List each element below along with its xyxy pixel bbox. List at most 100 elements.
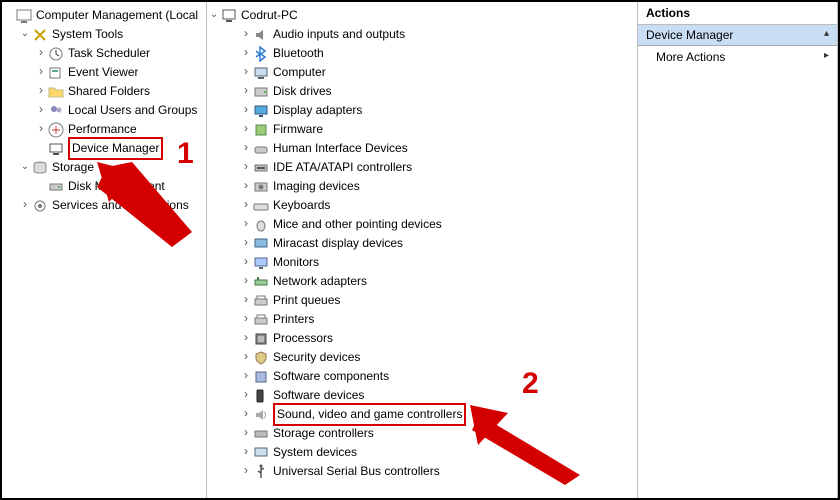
- device-category-label: Network adapters: [273, 272, 367, 291]
- device-category-label: IDE ATA/ATAPI controllers: [273, 158, 412, 177]
- actions-pane: Actions Device Manager More Actions: [638, 2, 838, 498]
- device-category-usb[interactable]: Universal Serial Bus controllers: [207, 462, 637, 481]
- processors-icon: [253, 331, 269, 347]
- device-category-label: Bluetooth: [273, 44, 324, 63]
- device-category-label: Monitors: [273, 253, 319, 272]
- node-shared-folders[interactable]: Shared Folders: [2, 82, 206, 101]
- device-category-label: Imaging devices: [273, 177, 360, 196]
- device-category-audio[interactable]: Audio inputs and outputs: [207, 25, 637, 44]
- system-icon: [253, 445, 269, 461]
- actions-section-device-manager[interactable]: Device Manager: [638, 25, 837, 46]
- annotation-marker-2: 2: [522, 367, 539, 401]
- node-device-manager[interactable]: Device Manager: [2, 139, 206, 158]
- security-icon: [253, 350, 269, 366]
- disk-icon: [253, 84, 269, 100]
- device-category-network[interactable]: Network adapters: [207, 272, 637, 291]
- device-category-label: Printers: [273, 310, 314, 329]
- device-category-label: Human Interface Devices: [273, 139, 408, 158]
- node-services-applications[interactable]: Services and Applications: [2, 196, 206, 215]
- tools-icon: [32, 27, 48, 43]
- clock-icon: [48, 46, 64, 62]
- printers-icon: [253, 312, 269, 328]
- imaging-icon: [253, 179, 269, 195]
- swdev-icon: [253, 388, 269, 404]
- bluetooth-icon: [253, 46, 269, 62]
- miracast-icon: [253, 236, 269, 252]
- actions-item-more-actions[interactable]: More Actions: [638, 46, 837, 68]
- device-category-label: Audio inputs and outputs: [273, 25, 405, 44]
- services-icon: [32, 198, 48, 214]
- device-category-system[interactable]: System devices: [207, 443, 637, 462]
- device-category-monitors[interactable]: Monitors: [207, 253, 637, 272]
- sound-icon: [253, 407, 269, 423]
- disk-icon: [48, 179, 64, 195]
- device-category-firmware[interactable]: Firmware: [207, 120, 637, 139]
- device-category-keyboards[interactable]: Keyboards: [207, 196, 637, 215]
- device-category-storage[interactable]: Storage controllers: [207, 424, 637, 443]
- device-category-label: Disk drives: [273, 82, 332, 101]
- audio-icon: [253, 27, 269, 43]
- device-category-ide[interactable]: IDE ATA/ATAPI controllers: [207, 158, 637, 177]
- pc-icon: [221, 8, 237, 24]
- node-local-users-groups[interactable]: Local Users and Groups: [2, 101, 206, 120]
- node-disk-management[interactable]: Disk Management: [2, 177, 206, 196]
- node-task-scheduler[interactable]: Task Scheduler: [2, 44, 206, 63]
- storage-icon: [253, 426, 269, 442]
- device-category-processors[interactable]: Processors: [207, 329, 637, 348]
- device-category-label: Software components: [273, 367, 389, 386]
- device-category-label: Keyboards: [273, 196, 330, 215]
- annotation-marker-1: 1: [177, 137, 194, 171]
- device-category-sound[interactable]: Sound, video and game controllers: [207, 405, 637, 424]
- network-icon: [253, 274, 269, 290]
- computer-icon: [253, 65, 269, 81]
- ide-icon: [253, 160, 269, 176]
- device-category-label: System devices: [273, 443, 357, 462]
- node-storage[interactable]: Storage: [2, 158, 206, 177]
- device-category-printqueues[interactable]: Print queues: [207, 291, 637, 310]
- device-category-swcomp[interactable]: Software components: [207, 367, 637, 386]
- device-category-imaging[interactable]: Imaging devices: [207, 177, 637, 196]
- device-category-display[interactable]: Display adapters: [207, 101, 637, 120]
- device-root-node[interactable]: Codrut-PC: [207, 6, 637, 25]
- node-system-tools[interactable]: System Tools: [2, 25, 206, 44]
- device-category-printers[interactable]: Printers: [207, 310, 637, 329]
- device-category-label: Computer: [273, 63, 326, 82]
- mice-icon: [253, 217, 269, 233]
- firmware-icon: [253, 122, 269, 138]
- swcomp-icon: [253, 369, 269, 385]
- performance-icon: [48, 122, 64, 138]
- printqueues-icon: [253, 293, 269, 309]
- device-manager-tree[interactable]: Codrut-PCAudio inputs and outputsBluetoo…: [207, 2, 638, 498]
- display-icon: [253, 103, 269, 119]
- device-category-label: Storage controllers: [273, 424, 374, 443]
- monitors-icon: [253, 255, 269, 271]
- device-category-label: Print queues: [273, 291, 340, 310]
- device-category-computer[interactable]: Computer: [207, 63, 637, 82]
- device-category-label: Mice and other pointing devices: [273, 215, 442, 234]
- actions-header: Actions: [638, 2, 837, 25]
- device-category-disk[interactable]: Disk drives: [207, 82, 637, 101]
- device-manager-icon: [48, 141, 64, 157]
- device-category-label: Security devices: [273, 348, 360, 367]
- device-category-hid[interactable]: Human Interface Devices: [207, 139, 637, 158]
- folder-shared-icon: [48, 84, 64, 100]
- mmc-console-tree[interactable]: Computer Management (Local System Tools …: [2, 2, 207, 498]
- device-category-label: Sound, video and game controllers: [273, 403, 466, 426]
- node-event-viewer[interactable]: Event Viewer: [2, 63, 206, 82]
- keyboards-icon: [253, 198, 269, 214]
- device-category-mice[interactable]: Mice and other pointing devices: [207, 215, 637, 234]
- device-category-bluetooth[interactable]: Bluetooth: [207, 44, 637, 63]
- device-category-label: Firmware: [273, 120, 323, 139]
- storage-icon: [32, 160, 48, 176]
- computer-management-icon: [16, 8, 32, 24]
- device-category-label: Processors: [273, 329, 333, 348]
- device-category-security[interactable]: Security devices: [207, 348, 637, 367]
- event-viewer-icon: [48, 65, 64, 81]
- device-category-label: Miracast display devices: [273, 234, 403, 253]
- device-category-miracast[interactable]: Miracast display devices: [207, 234, 637, 253]
- users-icon: [48, 103, 64, 119]
- node-computer-management[interactable]: Computer Management (Local: [2, 6, 206, 25]
- device-category-label: Display adapters: [273, 101, 362, 120]
- hid-icon: [253, 141, 269, 157]
- device-category-label: Universal Serial Bus controllers: [273, 462, 440, 481]
